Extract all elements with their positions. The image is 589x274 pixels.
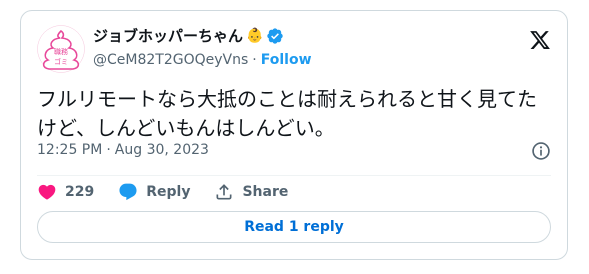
handle-separator: · — [252, 52, 257, 68]
avatar-text-top: 職務 — [54, 47, 68, 56]
tweet-text: フルリモートなら大抵のことは耐えられると甘く見てたけど、しんどいもんはしんどい。 — [37, 87, 537, 140]
share-label: Share — [242, 184, 289, 200]
tweet-date[interactable]: Aug 30, 2023 — [115, 142, 209, 158]
timestamp-separator: · — [106, 142, 111, 158]
avatar-image: 職務 ゴミ — [37, 25, 85, 73]
reply-button[interactable]: Reply — [118, 182, 190, 202]
tweet-timestamp[interactable]: 12:25 PM · Aug 30, 2023 — [37, 142, 209, 158]
divider — [37, 175, 551, 176]
author-name-row[interactable]: ジョブホッパーちゃん 👶 — [93, 26, 284, 46]
author-emoji: 👶 — [246, 28, 264, 44]
avatar[interactable]: 職務 ゴミ — [37, 25, 85, 73]
like-count: 229 — [65, 184, 95, 200]
author-handle[interactable]: @CeM82T2GOQeyVns — [93, 51, 248, 69]
x-logo-icon[interactable] — [529, 29, 551, 51]
like-button[interactable]: 229 — [37, 182, 94, 202]
tweet-time[interactable]: 12:25 PM — [37, 142, 102, 158]
reply-bubble-icon — [119, 183, 137, 201]
tweet-card: 職務 ゴミ ジョブホッパーちゃん 👶 @CeM82T2GOQeyVns · Fo… — [20, 10, 568, 260]
author-display-name[interactable]: ジョブホッパーちゃん — [93, 26, 243, 46]
action-bar: 229 Reply Share — [37, 182, 288, 202]
read-replies-button[interactable]: Read 1 reply — [37, 211, 551, 243]
share-upload-icon — [216, 184, 232, 200]
avatar-text-bottom: ゴミ — [54, 57, 68, 66]
info-icon[interactable] — [531, 141, 551, 161]
heart-icon — [38, 184, 56, 200]
follow-button[interactable]: Follow — [261, 51, 312, 69]
reply-label: Reply — [146, 184, 191, 200]
verified-badge-icon — [267, 28, 284, 44]
author-handle-row: @CeM82T2GOQeyVns · Follow — [93, 51, 312, 69]
share-button[interactable]: Share — [214, 182, 288, 202]
